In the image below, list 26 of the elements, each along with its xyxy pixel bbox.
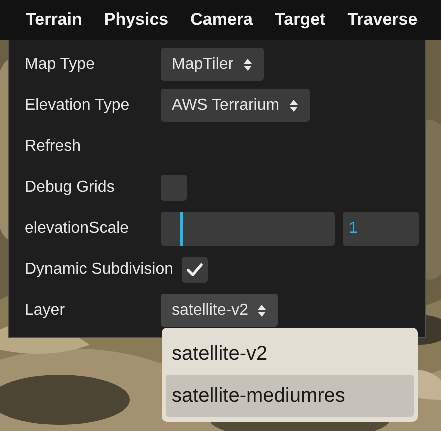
up-down-arrow-icon bbox=[242, 58, 253, 72]
menu-item[interactable]: Physics bbox=[104, 10, 169, 30]
dropdown-option[interactable]: satellite-mediumres bbox=[166, 375, 414, 417]
field-label: Elevation Type bbox=[25, 96, 131, 114]
menu-item[interactable]: Traverse bbox=[348, 10, 418, 30]
field-label: Dynamic Subdivision bbox=[25, 260, 174, 278]
field-label: Layer bbox=[25, 302, 66, 320]
checkbox[interactable] bbox=[182, 256, 208, 282]
field-label: Map Type bbox=[25, 56, 96, 74]
up-down-arrow-icon bbox=[288, 98, 299, 112]
checkmark-icon bbox=[186, 262, 203, 276]
field-label: elevationScale bbox=[25, 220, 130, 238]
checkbox[interactable] bbox=[161, 174, 187, 200]
slider-track[interactable] bbox=[161, 212, 335, 246]
field-label: Debug Grids bbox=[25, 178, 116, 196]
select-dropdown[interactable]: AWS Terrarium bbox=[161, 89, 310, 122]
up-down-arrow-icon bbox=[257, 304, 268, 318]
refresh-button[interactable]: Refresh bbox=[25, 138, 153, 156]
menu-item[interactable]: Camera bbox=[190, 10, 254, 30]
select-dropdown[interactable]: satellite-v2 bbox=[161, 294, 278, 327]
dropdown-option[interactable]: satellite-v2 bbox=[166, 333, 414, 375]
number-field[interactable]: 1 bbox=[343, 212, 419, 246]
menu-item[interactable]: Target bbox=[275, 10, 326, 30]
menu-item[interactable]: Terrain bbox=[26, 10, 82, 30]
slider-thumb[interactable] bbox=[180, 212, 184, 246]
select-dropdown[interactable]: MapTiler bbox=[161, 48, 264, 81]
